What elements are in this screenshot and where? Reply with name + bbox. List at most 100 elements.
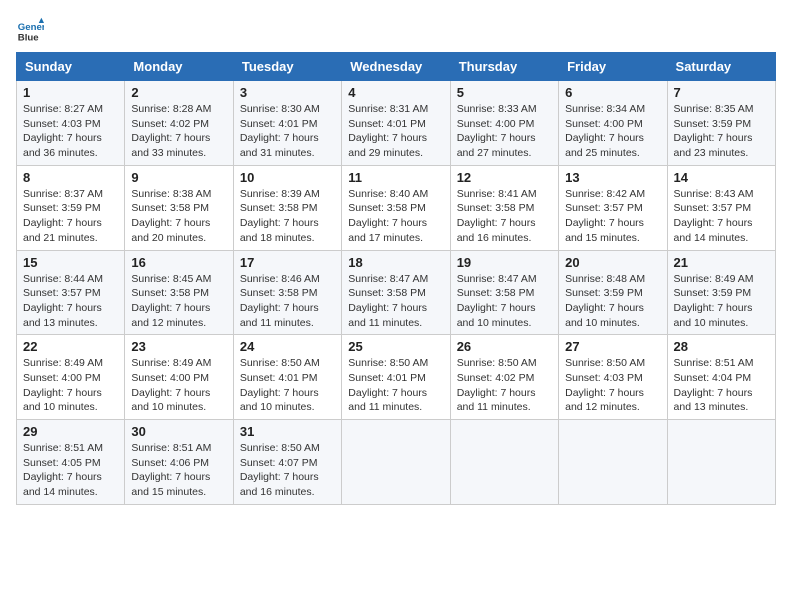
day-number: 23 <box>131 339 226 354</box>
cell-text: Sunrise: 8:51 AM <box>23 441 118 456</box>
cell-text: Daylight: 7 hours and 27 minutes. <box>457 131 552 160</box>
cell-text: Daylight: 7 hours and 10 minutes. <box>23 386 118 415</box>
calendar-header-sunday: Sunday <box>17 53 125 81</box>
cell-text: Daylight: 7 hours and 11 minutes. <box>240 301 335 330</box>
calendar-cell: 24Sunrise: 8:50 AMSunset: 4:01 PMDayligh… <box>233 335 341 420</box>
cell-text: Daylight: 7 hours and 29 minutes. <box>348 131 443 160</box>
cell-text: Daylight: 7 hours and 10 minutes. <box>674 301 769 330</box>
day-number: 30 <box>131 424 226 439</box>
cell-text: Sunset: 3:58 PM <box>457 201 552 216</box>
day-number: 21 <box>674 255 769 270</box>
cell-text: Sunset: 3:57 PM <box>23 286 118 301</box>
cell-text: Sunset: 3:57 PM <box>565 201 660 216</box>
calendar-header-monday: Monday <box>125 53 233 81</box>
calendar-table: SundayMondayTuesdayWednesdayThursdayFrid… <box>16 52 776 505</box>
calendar-cell: 5Sunrise: 8:33 AMSunset: 4:00 PMDaylight… <box>450 81 558 166</box>
cell-text: Sunrise: 8:38 AM <box>131 187 226 202</box>
cell-text: Daylight: 7 hours and 18 minutes. <box>240 216 335 245</box>
cell-text: Daylight: 7 hours and 10 minutes. <box>457 301 552 330</box>
day-number: 22 <box>23 339 118 354</box>
calendar-week-3: 15Sunrise: 8:44 AMSunset: 3:57 PMDayligh… <box>17 250 776 335</box>
day-number: 18 <box>348 255 443 270</box>
day-number: 15 <box>23 255 118 270</box>
calendar-cell: 12Sunrise: 8:41 AMSunset: 3:58 PMDayligh… <box>450 165 558 250</box>
page-header: General Blue <box>16 16 776 44</box>
day-number: 7 <box>674 85 769 100</box>
calendar-header-wednesday: Wednesday <box>342 53 450 81</box>
cell-text: Sunset: 3:58 PM <box>348 286 443 301</box>
cell-text: Sunset: 3:58 PM <box>240 201 335 216</box>
calendar-week-2: 8Sunrise: 8:37 AMSunset: 3:59 PMDaylight… <box>17 165 776 250</box>
cell-text: Sunset: 3:59 PM <box>674 286 769 301</box>
calendar-header-row: SundayMondayTuesdayWednesdayThursdayFrid… <box>17 53 776 81</box>
calendar-cell: 30Sunrise: 8:51 AMSunset: 4:06 PMDayligh… <box>125 420 233 505</box>
cell-text: Sunset: 4:00 PM <box>565 117 660 132</box>
day-number: 12 <box>457 170 552 185</box>
cell-text: Daylight: 7 hours and 10 minutes. <box>240 386 335 415</box>
cell-text: Sunrise: 8:31 AM <box>348 102 443 117</box>
cell-text: Daylight: 7 hours and 20 minutes. <box>131 216 226 245</box>
cell-text: Sunrise: 8:49 AM <box>23 356 118 371</box>
cell-text: Sunrise: 8:50 AM <box>565 356 660 371</box>
day-number: 8 <box>23 170 118 185</box>
cell-text: Daylight: 7 hours and 11 minutes. <box>348 301 443 330</box>
cell-text: Sunrise: 8:34 AM <box>565 102 660 117</box>
svg-text:General: General <box>18 22 44 33</box>
cell-text: Daylight: 7 hours and 17 minutes. <box>348 216 443 245</box>
cell-text: Sunrise: 8:50 AM <box>457 356 552 371</box>
day-number: 5 <box>457 85 552 100</box>
cell-text: Daylight: 7 hours and 11 minutes. <box>348 386 443 415</box>
calendar-cell: 25Sunrise: 8:50 AMSunset: 4:01 PMDayligh… <box>342 335 450 420</box>
day-number: 27 <box>565 339 660 354</box>
day-number: 2 <box>131 85 226 100</box>
calendar-week-5: 29Sunrise: 8:51 AMSunset: 4:05 PMDayligh… <box>17 420 776 505</box>
cell-text: Daylight: 7 hours and 21 minutes. <box>23 216 118 245</box>
calendar-week-4: 22Sunrise: 8:49 AMSunset: 4:00 PMDayligh… <box>17 335 776 420</box>
day-number: 29 <box>23 424 118 439</box>
day-number: 14 <box>674 170 769 185</box>
day-number: 28 <box>674 339 769 354</box>
calendar-cell: 20Sunrise: 8:48 AMSunset: 3:59 PMDayligh… <box>559 250 667 335</box>
cell-text: Daylight: 7 hours and 11 minutes. <box>457 386 552 415</box>
day-number: 31 <box>240 424 335 439</box>
day-number: 16 <box>131 255 226 270</box>
cell-text: Sunrise: 8:47 AM <box>457 272 552 287</box>
cell-text: Sunrise: 8:48 AM <box>565 272 660 287</box>
day-number: 10 <box>240 170 335 185</box>
calendar-cell: 6 Sunrise: 8:34 AMSunset: 4:00 PMDaylight… <box>559 81 667 166</box>
cell-text: Daylight: 7 hours and 31 minutes. <box>240 131 335 160</box>
cell-text: Sunset: 3:59 PM <box>674 117 769 132</box>
calendar-cell: 16Sunrise: 8:45 AMSunset: 3:58 PMDayligh… <box>125 250 233 335</box>
cell-text: Sunset: 4:03 PM <box>565 371 660 386</box>
cell-text: Sunrise: 8:46 AM <box>240 272 335 287</box>
cell-text: Daylight: 7 hours and 10 minutes. <box>131 386 226 415</box>
cell-text: Sunrise: 8:42 AM <box>565 187 660 202</box>
cell-text: Daylight: 7 hours and 15 minutes. <box>565 216 660 245</box>
day-number: 1 <box>23 85 118 100</box>
cell-text: Daylight: 7 hours and 23 minutes. <box>674 131 769 160</box>
calendar-cell <box>667 420 775 505</box>
calendar-cell: 14Sunrise: 8:43 AMSunset: 3:57 PMDayligh… <box>667 165 775 250</box>
calendar-cell: 4Sunrise: 8:31 AMSunset: 4:01 PMDaylight… <box>342 81 450 166</box>
calendar-cell: 8Sunrise: 8:37 AMSunset: 3:59 PMDaylight… <box>17 165 125 250</box>
cell-text: Sunrise: 8:45 AM <box>131 272 226 287</box>
cell-text: Sunset: 4:05 PM <box>23 456 118 471</box>
cell-text: Sunrise: 8:37 AM <box>23 187 118 202</box>
cell-text: Sunrise: 8:51 AM <box>131 441 226 456</box>
cell-text: Sunrise: 8:50 AM <box>348 356 443 371</box>
calendar-cell: 31Sunrise: 8:50 AMSunset: 4:07 PMDayligh… <box>233 420 341 505</box>
cell-text: Daylight: 7 hours and 25 minutes. <box>565 131 660 160</box>
cell-text: Sunset: 4:00 PM <box>457 117 552 132</box>
calendar-cell: 23Sunrise: 8:49 AMSunset: 4:00 PMDayligh… <box>125 335 233 420</box>
calendar-cell <box>450 420 558 505</box>
cell-text: Sunset: 4:00 PM <box>23 371 118 386</box>
cell-text: Sunrise: 8:43 AM <box>674 187 769 202</box>
cell-text: Daylight: 7 hours and 12 minutes. <box>565 386 660 415</box>
cell-text: Sunrise: 8:50 AM <box>240 441 335 456</box>
calendar-cell: 22 Sunrise: 8:49 AMSunset: 4:00 PMDayligh… <box>17 335 125 420</box>
calendar-body: 1Sunrise: 8:27 AMSunset: 4:03 PMDaylight… <box>17 81 776 505</box>
day-number: 6 <box>565 85 660 100</box>
cell-text: Sunset: 3:58 PM <box>131 201 226 216</box>
calendar-cell: 10Sunrise: 8:39 AMSunset: 3:58 PMDayligh… <box>233 165 341 250</box>
calendar-cell: 13Sunrise: 8:42 AMSunset: 3:57 PMDayligh… <box>559 165 667 250</box>
